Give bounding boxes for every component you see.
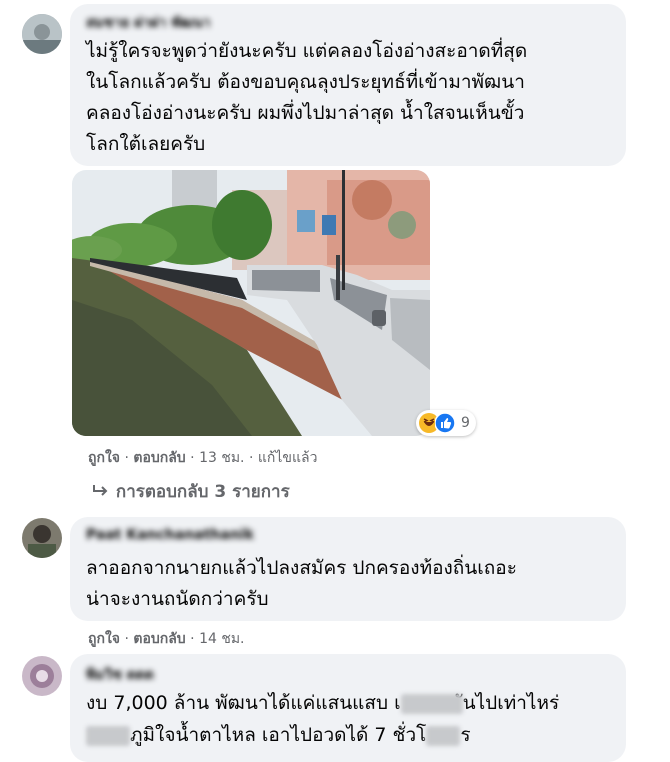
avatar-image bbox=[22, 518, 62, 558]
reaction-count: 9 bbox=[461, 415, 470, 431]
comment-text-fragment: ภูมิใจน้ำตาไหล เอาไปอวดได้ 7 ชั่วโ bbox=[130, 724, 427, 746]
comment-timestamp[interactable]: 14 ชม. bbox=[199, 631, 244, 647]
reaction-summary[interactable]: 9 bbox=[416, 410, 476, 436]
comment-text-fragment: ันไปเท่าไหร่ bbox=[462, 692, 560, 714]
commenter-name[interactable]: สมชาย ผ่าผ่า พัฒนา bbox=[86, 12, 211, 34]
commenter-avatar[interactable] bbox=[22, 14, 62, 54]
comment-text-fragment: งบ 7,000 ล้าน พัฒนาได้แค่แสนแสบ เ bbox=[86, 692, 401, 714]
comment-bubble: สมชาย ผ่าผ่า พัฒนา ไม่รู้ใครจะพูดว่ายังน… bbox=[70, 4, 626, 166]
commenter-name[interactable]: พิมวิช ดดด bbox=[86, 664, 154, 686]
censored-word bbox=[86, 725, 130, 746]
comment-text-line: ลาออกจากนายกแล้วไปลงสมัคร ปกครองท้องถิ่น… bbox=[86, 557, 517, 579]
avatar-image bbox=[22, 656, 62, 696]
reply-link[interactable]: ตอบกลับ bbox=[133, 450, 185, 466]
reply-link[interactable]: ตอบกลับ bbox=[133, 631, 185, 647]
like-reaction-icon bbox=[435, 413, 455, 433]
commenter-avatar[interactable] bbox=[22, 656, 62, 696]
comment-bubble: Paat Kanchanathanik ลาออกจากนายกแล้วไปลง… bbox=[70, 517, 626, 621]
replies-count-label: การตอบกลับ 3 รายการ bbox=[115, 482, 290, 502]
comment-text-line: โลกใต้เลยครับ bbox=[86, 133, 206, 155]
like-link[interactable]: ถูกใจ bbox=[88, 631, 120, 647]
comment-text-line: คลองโอ่งอ่างนะครับ ผมพึ่งไปมาล่าสุด น้ำใ… bbox=[86, 102, 525, 124]
comment-text-line: งบ 7,000 ล้าน พัฒนาได้แค่แสนแสบ เันไปเท่… bbox=[86, 688, 559, 719]
comment-text-line: ในโลกแล้วครับ ต้องขอบคุณลุงประยุทธ์ที่เข… bbox=[86, 71, 525, 93]
commenter-name[interactable]: Paat Kanchanathanik bbox=[86, 527, 254, 543]
comment-bubble: พิมวิช ดดด งบ 7,000 ล้าน พัฒนาได้แค่แสนแ… bbox=[70, 654, 626, 762]
comment-actions: ถูกใจ · ตอบกลับ · 13 ชม. · แก้ไขแล้ว bbox=[88, 450, 318, 466]
censored-word bbox=[426, 725, 461, 746]
edited-label: แก้ไขแล้ว bbox=[257, 450, 318, 466]
comment-text-line: ภูมิใจน้ำตาไหล เอาไปอวดได้ 7 ชั่วโ ร bbox=[86, 720, 471, 751]
commenter-avatar[interactable] bbox=[22, 518, 62, 558]
comment-text-line: น่าจะงานถนัดกว่าครับ bbox=[86, 588, 269, 610]
comment-text-line: ไม่รู้ใครจะพูดว่ายังนะครับ แต่คลองโอ่งอ่… bbox=[86, 40, 528, 62]
comment-timestamp[interactable]: 13 ชม. bbox=[199, 450, 244, 466]
reply-arrow-icon bbox=[93, 485, 108, 496]
avatar-image bbox=[22, 14, 62, 54]
comment-text-fragment: ร bbox=[460, 724, 471, 746]
censored-word bbox=[400, 693, 463, 714]
comment-photo[interactable] bbox=[72, 170, 430, 436]
view-replies-link[interactable]: การตอบกลับ 3 รายการ bbox=[92, 478, 290, 505]
canal-photo bbox=[72, 170, 430, 436]
comment-actions: ถูกใจ · ตอบกลับ · 14 ชม. bbox=[88, 631, 245, 647]
like-link[interactable]: ถูกใจ bbox=[88, 450, 120, 466]
